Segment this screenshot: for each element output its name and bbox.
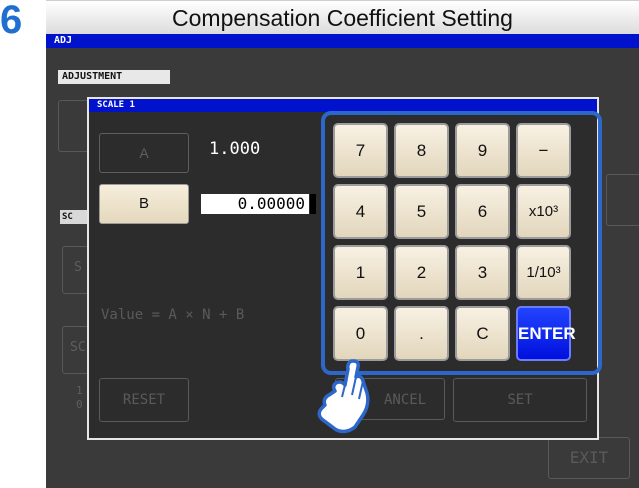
key-7[interactable]: 7 — [333, 123, 388, 178]
key-0[interactable]: 0 — [333, 306, 388, 361]
coefficient-a-value: 1.000 — [209, 139, 261, 159]
numeric-keypad: 7 8 9 − 4 5 6 x10³ 1 2 3 1/10³ 0 . C ENT… — [321, 111, 602, 375]
key-minus[interactable]: − — [516, 123, 571, 178]
step-header: Compensation Coefficient Setting — [46, 0, 639, 34]
background-label: S — [74, 260, 82, 275]
key-multiply-1000[interactable]: x10³ — [516, 184, 571, 239]
key-divide-1000[interactable]: 1/10³ — [516, 245, 571, 300]
coefficient-a-button[interactable]: A — [99, 133, 189, 173]
key-enter[interactable]: ENTER — [516, 306, 576, 361]
text-cursor — [310, 194, 316, 214]
key-decimal[interactable]: . — [394, 306, 449, 361]
background-digit: 1 — [76, 384, 83, 397]
key-3[interactable]: 3 — [455, 245, 510, 300]
key-clear[interactable]: C — [455, 306, 510, 361]
coefficient-b-button[interactable]: B — [99, 184, 189, 224]
exit-button[interactable]: EXIT — [548, 437, 630, 479]
side-tab[interactable]: SC — [60, 210, 90, 224]
key-9[interactable]: 9 — [455, 123, 510, 178]
background-digit: 0 — [76, 398, 83, 411]
step-number: 6 — [0, 0, 23, 42]
coefficient-b-input[interactable]: 0.00000 — [201, 194, 309, 214]
key-2[interactable]: 2 — [394, 245, 449, 300]
set-button[interactable]: SET — [453, 378, 587, 422]
background-label: SC — [70, 340, 86, 355]
formula-text: Value = A × N + B — [101, 307, 245, 323]
key-5[interactable]: 5 — [394, 184, 449, 239]
screen-titlebar: ADJ — [46, 34, 639, 48]
key-1[interactable]: 1 — [333, 245, 388, 300]
key-6[interactable]: 6 — [455, 184, 510, 239]
hand-pointer-icon — [317, 359, 370, 434]
header-title: Compensation Coefficient Setting — [172, 5, 513, 31]
key-4[interactable]: 4 — [333, 184, 388, 239]
background-button — [606, 174, 639, 226]
reset-button[interactable]: RESET — [99, 378, 189, 422]
adjustment-tab[interactable]: ADJUSTMENT — [58, 70, 170, 84]
key-8[interactable]: 8 — [394, 123, 449, 178]
